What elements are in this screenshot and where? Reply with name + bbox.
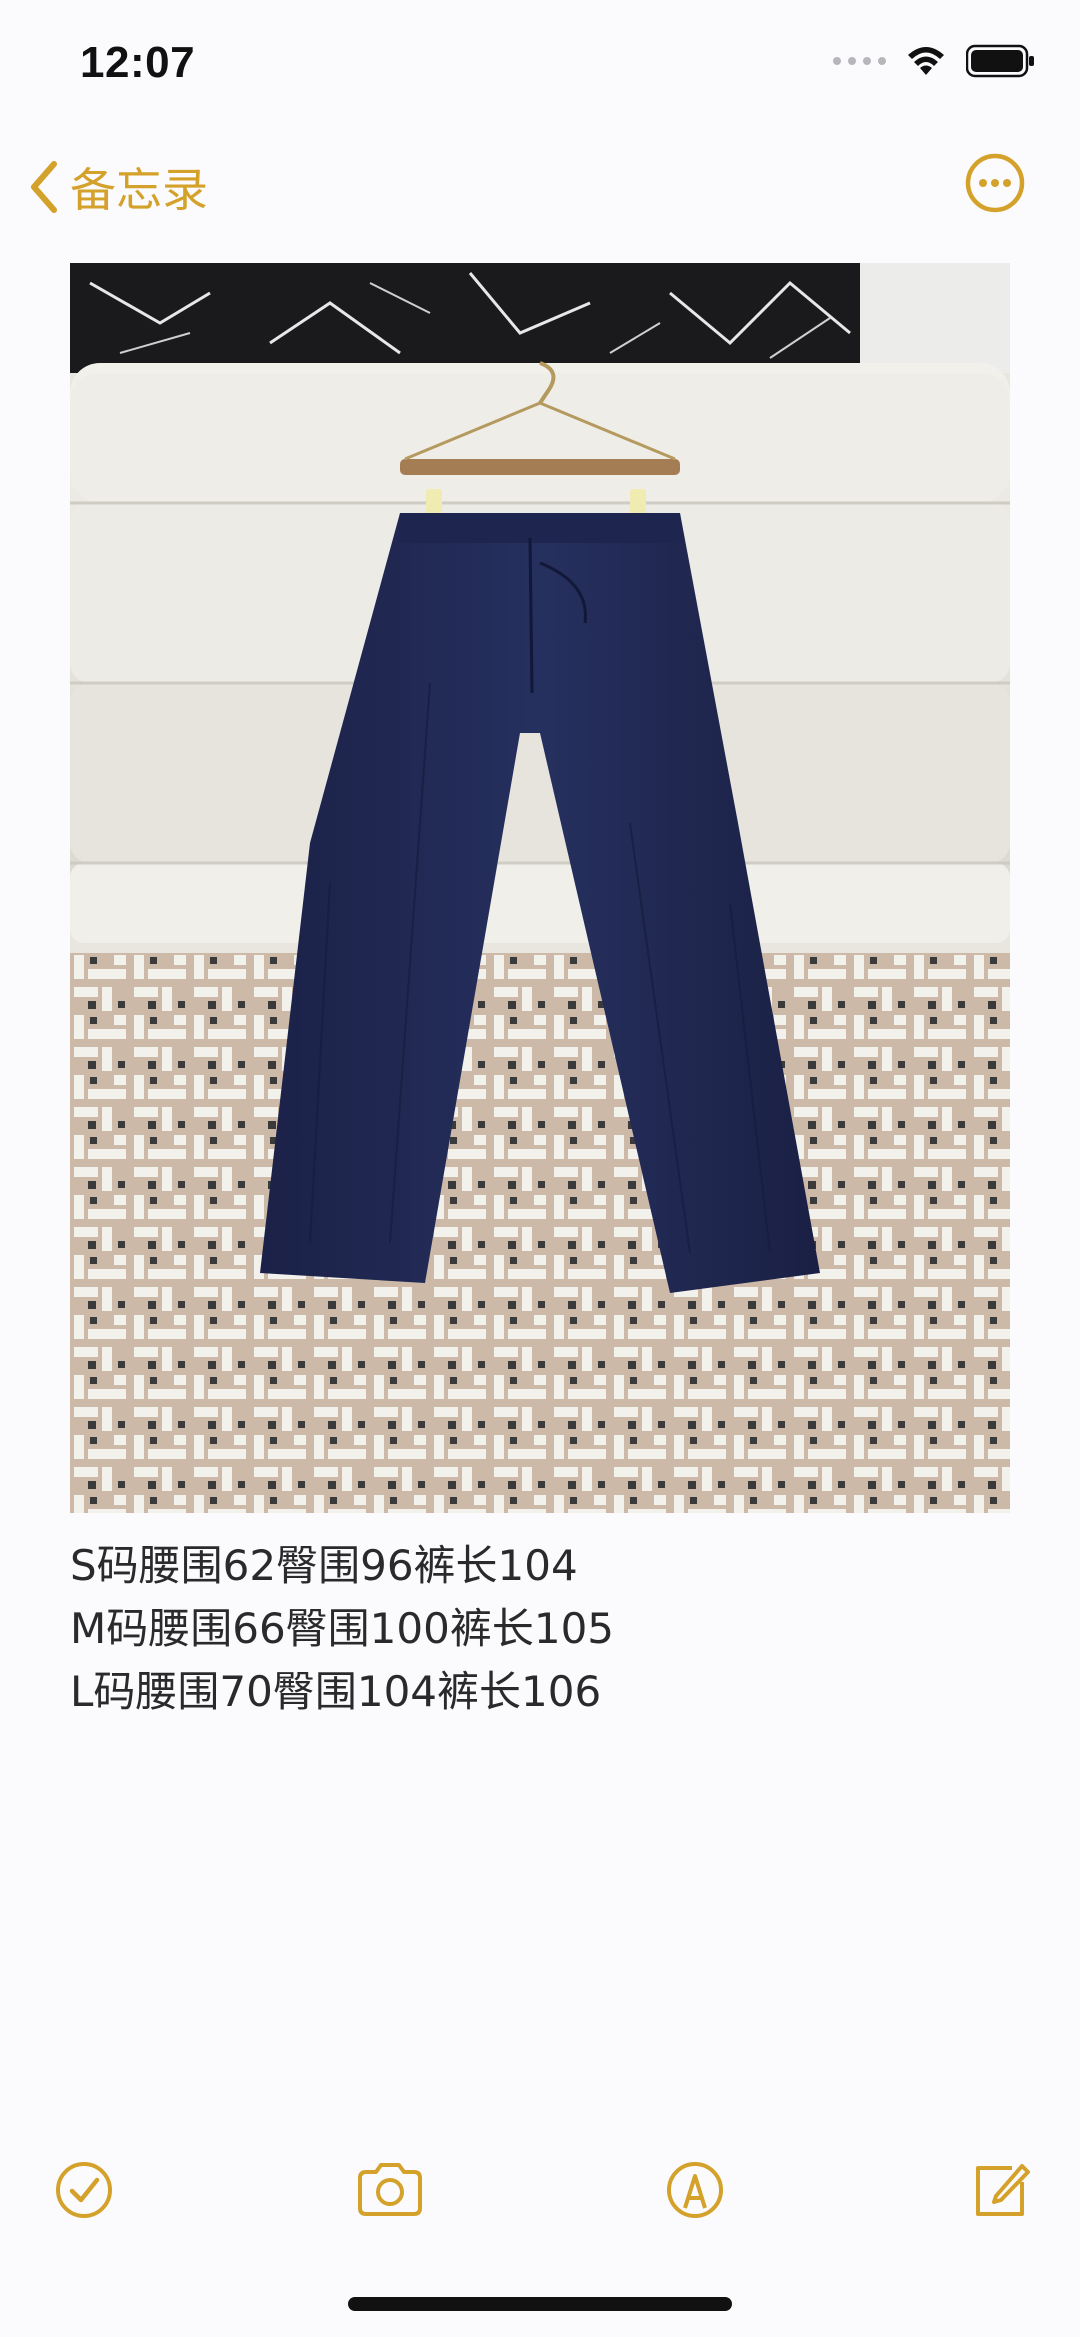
status-icons [833,44,1036,78]
navigation-bar: 备忘录 [0,140,1080,230]
note-line: S码腰围62臀围96裤长104 [70,1541,578,1590]
battery-icon [966,44,1034,78]
checklist-icon[interactable] [52,2158,116,2222]
bottom-toolbar [0,2150,1080,2230]
wifi-icon [908,47,944,75]
markup-pen-icon[interactable] [663,2158,727,2222]
note-body[interactable]: S码腰围62臀围96裤长104 M码腰围66臀围100裤长105 L码腰围70臀… [70,1534,1010,1723]
compose-icon[interactable] [968,2158,1032,2222]
chevron-left-icon [31,161,57,213]
more-options-icon[interactable] [964,152,1026,214]
note-line: M码腰围66臀围100裤长105 [70,1604,615,1653]
note-photo[interactable] [70,263,1010,1513]
cellular-signal-icon [833,57,886,65]
status-time: 12:07 [80,38,196,87]
status-bar: 12:07 [0,0,1080,130]
trousers-photo-illustration [70,263,1010,1513]
back-button[interactable]: 备忘录 [28,154,208,220]
home-indicator[interactable] [348,2297,732,2311]
camera-icon[interactable] [354,2158,426,2222]
note-line: L码腰围70臀围104裤长106 [70,1667,602,1716]
back-label: 备忘录 [70,163,208,217]
